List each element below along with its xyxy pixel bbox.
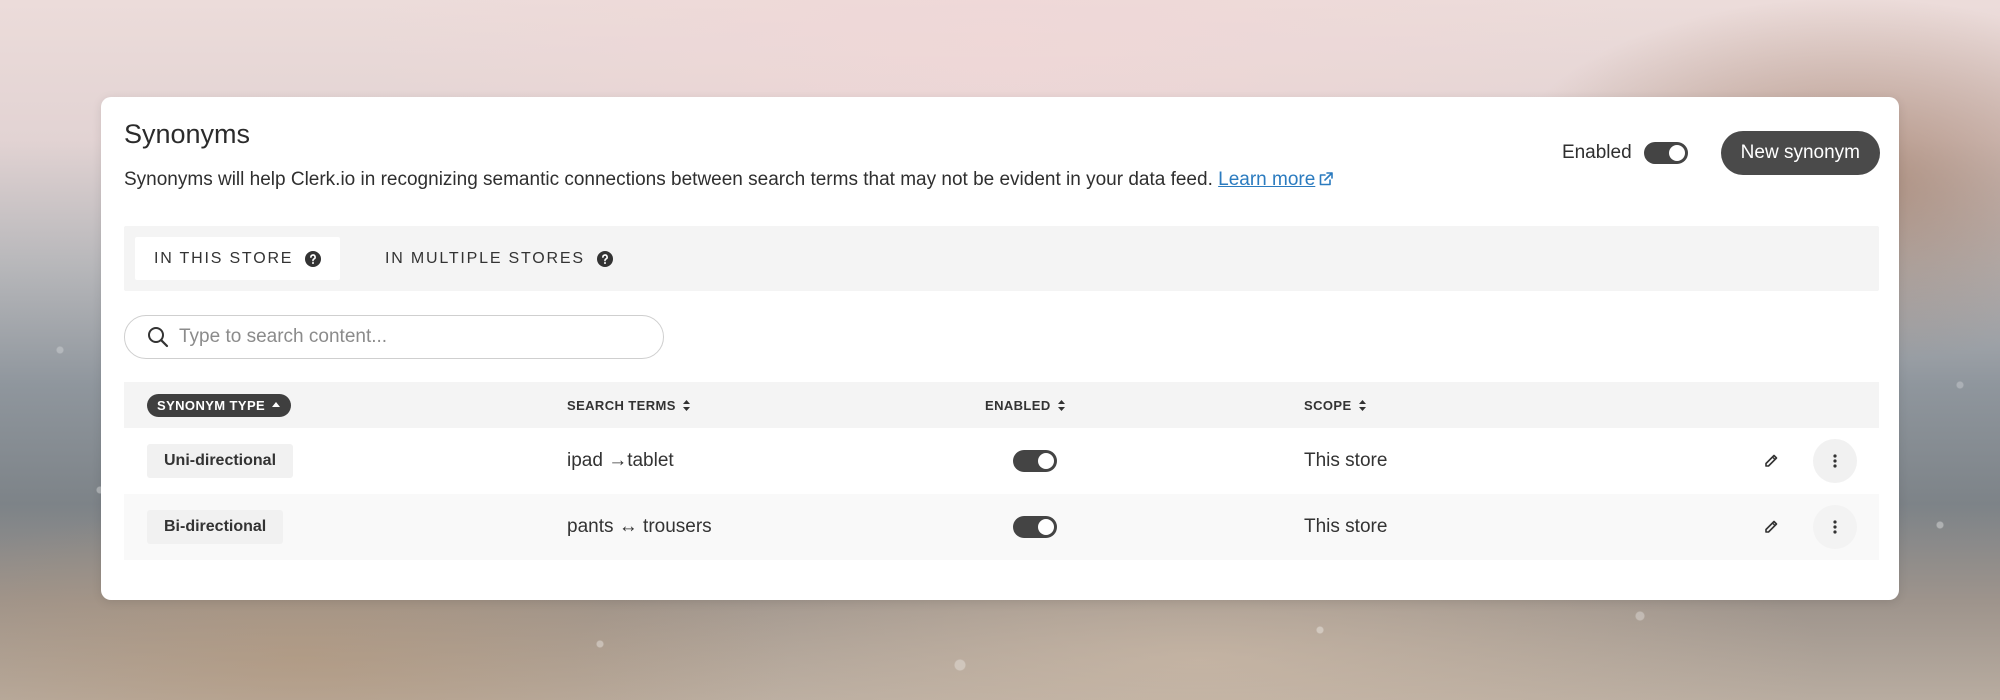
column-header-scope[interactable]: SCOPE	[1304, 382, 1367, 428]
more-vertical-icon	[1833, 454, 1837, 468]
search-terms-cell: ipad →tablet	[567, 450, 674, 471]
scope-cell: This store	[1304, 450, 1388, 471]
help-circle-icon[interactable]	[305, 250, 322, 267]
search-icon	[148, 327, 169, 348]
synonyms-card: Synonyms Synonyms will help Clerk.io in …	[101, 97, 1899, 600]
page-description: Synonyms will help Clerk.io in recognizi…	[124, 169, 1334, 191]
column-header-enabled[interactable]: ENABLED	[985, 382, 1066, 428]
sort-icon	[1358, 399, 1366, 411]
sort-asc-icon	[272, 402, 281, 407]
more-options-button[interactable]	[1813, 505, 1857, 549]
synonym-type-badge: Bi-directional	[147, 510, 284, 544]
row-enabled-cell	[1013, 516, 1057, 543]
column-label: SYNONYM TYPE	[157, 397, 266, 413]
tab-label: IN THIS STORE	[154, 249, 294, 267]
pencil-icon	[1765, 520, 1778, 533]
enabled-label: Enabled	[1561, 142, 1632, 163]
enabled-toggle[interactable]	[1643, 142, 1688, 164]
header-actions: Enabled New synonym	[1562, 131, 1880, 175]
tab-in-multiple-stores[interactable]: IN MULTIPLE STORES	[366, 237, 632, 280]
new-synonym-button[interactable]: New synonym	[1720, 131, 1880, 175]
table-row: Bi-directional pants ↔ trousers This sto…	[124, 494, 1879, 560]
edit-button[interactable]	[1759, 449, 1783, 473]
column-label: SCOPE	[1304, 397, 1352, 413]
column-header-search-terms[interactable]: SEARCH TERMS	[567, 382, 691, 428]
edit-button[interactable]	[1759, 515, 1783, 539]
store-tabs: IN THIS STORE IN MULTIPLE STORES	[124, 226, 1879, 291]
external-link-icon	[1320, 172, 1334, 186]
search-box[interactable]	[124, 315, 664, 359]
sorted-column-pill: SYNONYM TYPE	[147, 393, 292, 417]
synonyms-table: SYNONYM TYPE SEARCH TERMS ENABLED SCOPE …	[124, 382, 1879, 560]
scope-cell: This store	[1304, 516, 1388, 537]
learn-more-label: Learn more	[1218, 169, 1316, 190]
synonym-type-badge: Uni-directional	[147, 444, 294, 478]
pencil-icon	[1765, 454, 1778, 467]
row-enabled-toggle[interactable]	[1013, 516, 1057, 538]
search-terms-cell: pants ↔ trousers	[567, 516, 712, 537]
row-enabled-toggle[interactable]	[1013, 450, 1057, 472]
column-label: SEARCH TERMS	[567, 397, 676, 413]
search-input[interactable]	[177, 325, 641, 349]
more-options-button[interactable]	[1813, 439, 1857, 483]
help-circle-icon[interactable]	[596, 250, 613, 267]
tab-in-this-store[interactable]: IN THIS STORE	[135, 237, 341, 280]
more-vertical-icon	[1833, 520, 1837, 534]
column-header-synonym-type[interactable]: SYNONYM TYPE	[147, 382, 292, 428]
description-text: Synonyms will help Clerk.io in recognizi…	[124, 169, 1213, 190]
column-label: ENABLED	[985, 397, 1051, 413]
tab-label: IN MULTIPLE STORES	[385, 249, 585, 267]
sort-icon	[682, 399, 690, 411]
table-header: SYNONYM TYPE SEARCH TERMS ENABLED SCOPE	[124, 382, 1879, 428]
row-enabled-cell	[1013, 450, 1057, 477]
table-row: Uni-directional ipad →tablet This store	[124, 428, 1879, 494]
learn-more-link[interactable]: Learn more	[1218, 169, 1334, 190]
sort-icon	[1057, 399, 1065, 411]
page-title: Synonyms	[124, 119, 251, 149]
